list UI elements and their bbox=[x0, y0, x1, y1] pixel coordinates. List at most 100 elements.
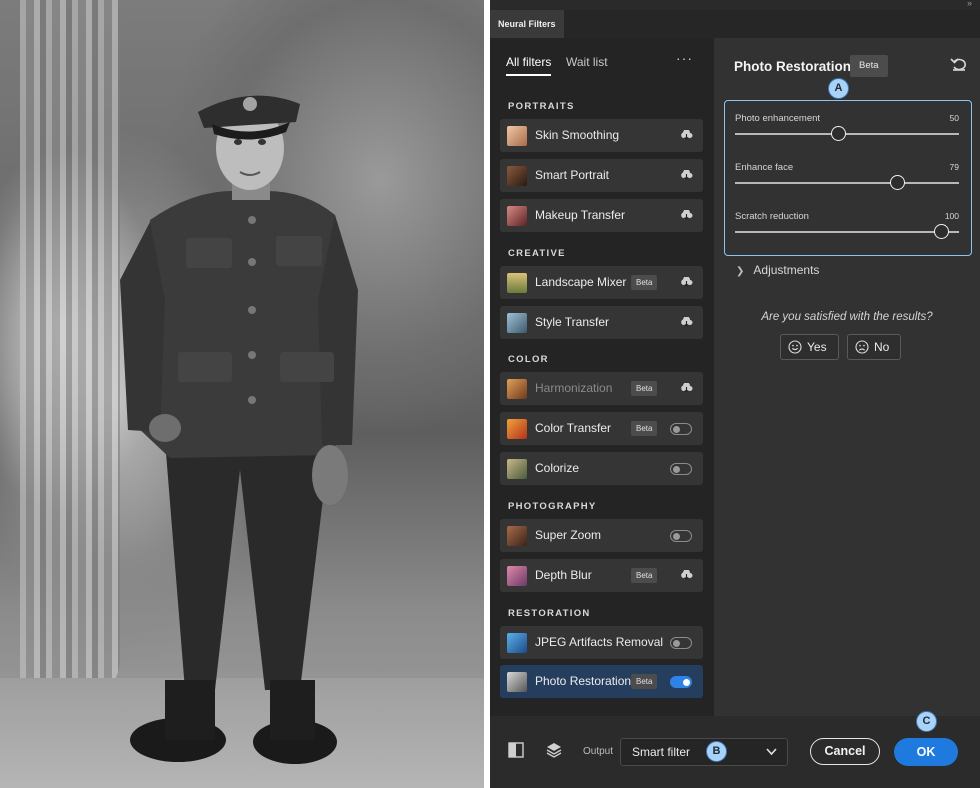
cloud-download-icon[interactable] bbox=[680, 130, 693, 140]
more-options-icon[interactable]: ··· bbox=[676, 50, 693, 66]
photo-enhancement-slider[interactable]: Photo enhancement 50 bbox=[735, 113, 959, 153]
filter-label: Makeup Transfer bbox=[535, 208, 626, 222]
slider-label: Photo enhancement bbox=[735, 113, 821, 124]
beta-badge: Beta bbox=[631, 568, 658, 583]
beta-badge: Beta bbox=[850, 55, 888, 77]
section-title-color: COLOR bbox=[508, 354, 549, 365]
style-transfer-thumbnail bbox=[507, 313, 527, 333]
output-select[interactable]: Smart filter bbox=[620, 738, 788, 766]
cancel-button[interactable]: Cancel bbox=[810, 738, 880, 765]
filter-settings: Photo Restoration Beta A Photo enhanceme… bbox=[714, 38, 980, 716]
beta-badge: Beta bbox=[631, 381, 658, 396]
yes-label: Yes bbox=[807, 340, 827, 354]
panel-top-strip: » bbox=[490, 0, 980, 10]
filter-item-photo-restoration[interactable]: Photo Restoration Beta bbox=[500, 665, 703, 698]
filter-item-harmonization[interactable]: Harmonization Beta bbox=[500, 372, 703, 405]
filter-toggle[interactable] bbox=[670, 463, 692, 475]
callout-a: A bbox=[828, 78, 849, 99]
landscape-mixer-thumbnail bbox=[507, 273, 527, 293]
filter-item-makeup-transfer[interactable]: Makeup Transfer bbox=[500, 199, 703, 232]
filter-label: Harmonization bbox=[535, 381, 613, 395]
depth-blur-thumbnail bbox=[507, 566, 527, 586]
filter-item-smart-portrait[interactable]: Smart Portrait bbox=[500, 159, 703, 192]
filter-toggle[interactable] bbox=[670, 637, 692, 649]
cloud-download-icon[interactable] bbox=[680, 170, 693, 180]
collapse-panel-icon[interactable]: » bbox=[967, 0, 972, 8]
filter-toggle[interactable] bbox=[670, 676, 692, 688]
feedback-no-button[interactable]: No bbox=[847, 334, 902, 360]
cloud-download-icon[interactable] bbox=[680, 317, 693, 327]
cloud-download-icon[interactable] bbox=[680, 570, 693, 580]
reset-icon[interactable] bbox=[950, 56, 968, 72]
slider-track[interactable] bbox=[735, 231, 959, 233]
scratch-reduction-slider[interactable]: Scratch reduction 100 bbox=[735, 211, 959, 251]
tab-wait-list[interactable]: Wait list bbox=[566, 55, 608, 69]
filter-label: Skin Smoothing bbox=[535, 128, 620, 142]
smile-icon bbox=[788, 340, 802, 354]
skin-smoothing-thumbnail bbox=[507, 126, 527, 146]
beta-badge: Beta bbox=[631, 275, 658, 290]
filter-label: Depth Blur bbox=[535, 568, 592, 582]
filter-label: Colorize bbox=[535, 461, 580, 475]
filter-item-landscape-mixer[interactable]: Landscape Mixer Beta bbox=[500, 266, 703, 299]
filter-item-depth-blur[interactable]: Depth Blur Beta bbox=[500, 559, 703, 592]
callout-b: B bbox=[706, 741, 727, 762]
slider-label: Scratch reduction bbox=[735, 211, 809, 222]
slider-value: 50 bbox=[949, 113, 959, 123]
slider-value: 100 bbox=[944, 211, 959, 221]
frown-icon bbox=[855, 340, 869, 354]
tab-neural-filters[interactable]: Neural Filters bbox=[490, 10, 564, 38]
soldier-photo bbox=[120, 95, 358, 764]
slider-track[interactable] bbox=[735, 133, 959, 135]
filter-toggle[interactable] bbox=[670, 530, 692, 542]
section-title-restoration: RESTORATION bbox=[508, 608, 591, 619]
feedback-question: Are you satisfied with the results? bbox=[761, 311, 933, 323]
preview-compare-icon[interactable] bbox=[506, 740, 526, 760]
filter-label: JPEG Artifacts Removal bbox=[535, 635, 664, 649]
super-zoom-thumbnail bbox=[507, 526, 527, 546]
filter-list: All filters Wait list ··· PORTRAITS Skin… bbox=[490, 38, 714, 716]
chevron-down-icon bbox=[766, 748, 777, 756]
beta-badge: Beta bbox=[631, 674, 658, 689]
cloud-download-icon[interactable] bbox=[680, 383, 693, 393]
ok-button[interactable]: OK bbox=[894, 738, 958, 766]
filter-item-super-zoom[interactable]: Super Zoom bbox=[500, 519, 703, 552]
enhance-face-slider[interactable]: Enhance face 79 bbox=[735, 162, 959, 202]
slider-handle[interactable] bbox=[890, 175, 906, 190]
slider-handle[interactable] bbox=[933, 224, 949, 239]
photo-restoration-thumbnail bbox=[507, 672, 527, 692]
feedback-yes-button[interactable]: Yes bbox=[780, 334, 839, 360]
section-title-creative: CREATIVE bbox=[508, 248, 566, 259]
filter-label: Style Transfer bbox=[535, 315, 610, 329]
beta-badge: Beta bbox=[631, 421, 658, 436]
cloud-download-icon[interactable] bbox=[680, 277, 693, 287]
adjustments-label: Adjustments bbox=[753, 263, 820, 277]
color-transfer-thumbnail bbox=[507, 419, 527, 439]
filter-item-style-transfer[interactable]: Style Transfer bbox=[500, 306, 703, 339]
filter-item-skin-smoothing[interactable]: Skin Smoothing bbox=[500, 119, 703, 152]
settings-title: Photo Restoration bbox=[734, 59, 851, 74]
harmonization-thumbnail bbox=[507, 379, 527, 399]
bottom-bar: Output Smart filter B Cancel OK C bbox=[490, 711, 980, 788]
slider-track[interactable] bbox=[735, 182, 959, 184]
slider-handle[interactable] bbox=[830, 126, 846, 141]
section-title-photography: PHOTOGRAPHY bbox=[508, 501, 597, 512]
filter-item-colorize[interactable]: Colorize bbox=[500, 452, 703, 485]
filter-item-jpeg-artifacts-removal[interactable]: JPEG Artifacts Removal bbox=[500, 626, 703, 659]
adjustments-expander[interactable]: ❯ Adjustments bbox=[736, 263, 819, 277]
section-title-portraits: PORTRAITS bbox=[508, 101, 575, 112]
colorize-thumbnail bbox=[507, 459, 527, 479]
jpeg-artifacts-thumbnail bbox=[507, 633, 527, 653]
filter-label: Smart Portrait bbox=[535, 168, 610, 182]
slider-label: Enhance face bbox=[735, 162, 794, 173]
filter-toggle[interactable] bbox=[670, 423, 692, 435]
filter-label: Landscape Mixer bbox=[535, 275, 627, 289]
sliders-group: Photo enhancement 50 Enhance face 79 Scr… bbox=[724, 100, 972, 256]
tab-all-filters[interactable]: All filters bbox=[506, 55, 552, 76]
output-value: Smart filter bbox=[632, 745, 691, 759]
filter-label: Color Transfer bbox=[535, 421, 612, 435]
cloud-download-icon[interactable] bbox=[680, 210, 693, 220]
filter-item-color-transfer[interactable]: Color Transfer Beta bbox=[500, 412, 703, 445]
layers-icon[interactable] bbox=[544, 740, 564, 760]
chevron-right-icon: ❯ bbox=[736, 266, 745, 277]
